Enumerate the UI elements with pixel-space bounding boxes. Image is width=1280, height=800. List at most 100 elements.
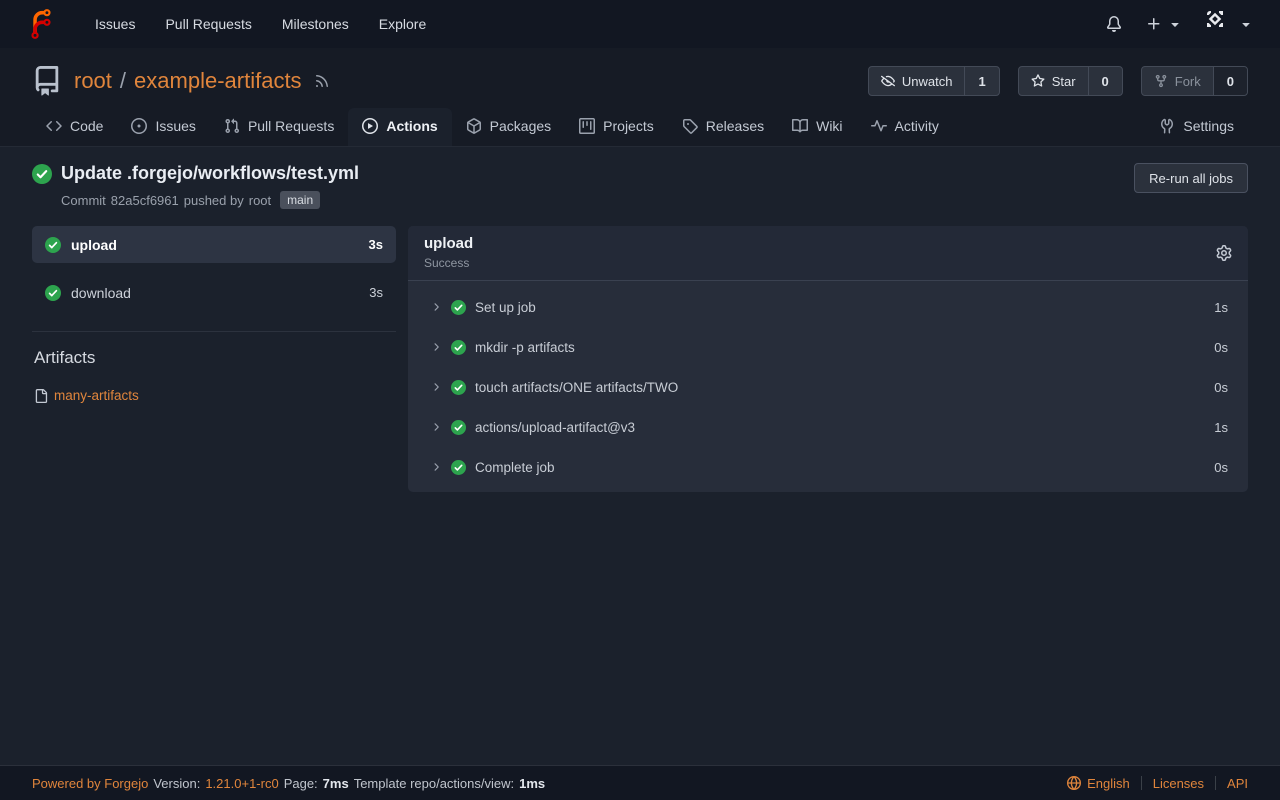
unwatch-button[interactable]: Unwatch	[869, 67, 965, 95]
licenses-link[interactable]: Licenses	[1153, 776, 1204, 791]
step-row[interactable]: Set up job 1s	[408, 287, 1248, 327]
language-selector[interactable]: English	[1067, 776, 1130, 791]
nav-explore[interactable]: Explore	[364, 16, 441, 32]
nav-pull-requests[interactable]: Pull Requests	[150, 16, 266, 32]
notifications-button[interactable]	[1106, 16, 1122, 32]
repo-actions: Unwatch 1 Star 0 Fork 0	[868, 66, 1248, 96]
success-check-icon	[32, 164, 52, 184]
success-check-icon	[45, 285, 61, 301]
tab-label: Code	[70, 118, 103, 134]
navbar: Issues Pull Requests Milestones Explore	[0, 0, 1280, 48]
footer: Powered by Forgejo Version: 1.21.0+1-rc0…	[0, 765, 1280, 800]
job-duration: 3s	[369, 237, 383, 252]
tab-releases[interactable]: Releases	[668, 108, 778, 146]
stars-count[interactable]: 0	[1088, 67, 1122, 95]
tab-packages[interactable]: Packages	[452, 108, 565, 146]
fork-label: Fork	[1175, 74, 1201, 89]
success-check-icon	[45, 237, 61, 253]
rss-feed-button[interactable]	[302, 73, 330, 89]
eye-closed-icon	[881, 74, 895, 88]
template-label: Template repo/actions/view:	[354, 776, 514, 791]
tab-issues[interactable]: Issues	[117, 108, 209, 146]
job-options-button[interactable]	[1216, 245, 1232, 261]
version-link[interactable]: 1.21.0+1-rc0	[205, 776, 278, 791]
watchers-count[interactable]: 1	[964, 67, 998, 95]
repo-header: root / example-artifacts Unwatch 1 Star …	[0, 48, 1280, 147]
job-item-upload[interactable]: upload 3s	[32, 226, 396, 263]
star-button-group: Star 0	[1018, 66, 1123, 96]
create-new-dropdown[interactable]	[1146, 16, 1183, 32]
artifact-download-link[interactable]: many-artifacts	[54, 388, 139, 403]
commit-sha-link[interactable]: 82a5cf6961	[111, 193, 179, 208]
api-link[interactable]: API	[1227, 776, 1248, 791]
file-icon	[34, 389, 48, 403]
chevron-right-icon	[430, 301, 442, 313]
success-check-icon	[451, 460, 466, 475]
watch-button-group: Unwatch 1	[868, 66, 1000, 96]
step-row[interactable]: actions/upload-artifact@v3 1s	[408, 407, 1248, 447]
job-detail-panel: upload Success Set up job 1s mkdir -	[408, 226, 1248, 492]
step-name: touch artifacts/ONE artifacts/TWO	[475, 380, 678, 395]
star-button[interactable]: Star	[1019, 67, 1088, 95]
star-label: Star	[1052, 74, 1076, 89]
powered-by-link[interactable]: Powered by Forgejo	[32, 776, 148, 791]
step-name: mkdir -p artifacts	[475, 340, 575, 355]
chevron-right-icon	[430, 381, 442, 393]
user-menu-dropdown[interactable]	[1207, 11, 1254, 37]
tab-code[interactable]: Code	[32, 108, 117, 146]
pusher-link[interactable]: root	[249, 193, 271, 208]
unwatch-label: Unwatch	[902, 74, 953, 89]
artifacts-heading: Artifacts	[34, 348, 396, 368]
forks-count[interactable]: 0	[1213, 67, 1247, 95]
plus-icon	[1146, 16, 1162, 32]
tab-pull-requests[interactable]: Pull Requests	[210, 108, 348, 146]
step-duration: 0s	[1214, 460, 1228, 475]
tab-activity[interactable]: Activity	[857, 108, 953, 146]
fork-button[interactable]: Fork	[1142, 67, 1213, 95]
job-detail-header: upload Success	[408, 226, 1248, 281]
step-row[interactable]: Complete job 0s	[408, 447, 1248, 487]
tools-icon	[1159, 118, 1175, 134]
pushed-by-label: pushed by	[184, 193, 244, 208]
job-name: download	[71, 285, 131, 301]
step-row[interactable]: mkdir -p artifacts 0s	[408, 327, 1248, 367]
repo-owner-link[interactable]: root	[74, 68, 112, 94]
bell-icon	[1106, 16, 1122, 32]
tab-wiki[interactable]: Wiki	[778, 108, 856, 146]
nav-issues[interactable]: Issues	[80, 16, 150, 32]
step-row[interactable]: touch artifacts/ONE artifacts/TWO 0s	[408, 367, 1248, 407]
pulse-icon	[871, 118, 887, 134]
tab-label: Issues	[155, 118, 195, 134]
forgejo-logo[interactable]	[26, 9, 80, 39]
step-duration: 1s	[1214, 420, 1228, 435]
job-name: upload	[71, 237, 117, 253]
repo-name-link[interactable]: example-artifacts	[134, 68, 302, 94]
git-pull-request-icon	[224, 118, 240, 134]
nav-milestones[interactable]: Milestones	[267, 16, 364, 32]
template-time: 1ms	[519, 776, 545, 791]
tab-projects[interactable]: Projects	[565, 108, 668, 146]
project-icon	[579, 118, 595, 134]
branch-badge[interactable]: main	[280, 191, 320, 209]
success-check-icon	[451, 300, 466, 315]
avatar	[1207, 11, 1233, 37]
fork-button-group: Fork 0	[1141, 66, 1248, 96]
footer-divider	[1215, 776, 1216, 790]
tab-settings[interactable]: Settings	[1145, 108, 1248, 146]
tab-label: Settings	[1183, 118, 1234, 134]
jobs-sidebar: upload 3s download 3s Artifacts many-art…	[32, 226, 396, 403]
book-icon	[792, 118, 808, 134]
job-item-download[interactable]: download 3s	[32, 274, 396, 311]
path-separator: /	[120, 68, 126, 94]
chevron-down-icon	[1167, 16, 1183, 32]
run-title: Update .forgejo/workflows/test.yml	[61, 163, 359, 184]
gear-icon	[1216, 245, 1232, 261]
language-label: English	[1087, 776, 1130, 791]
code-icon	[46, 118, 62, 134]
tab-label: Activity	[895, 118, 939, 134]
repo-tabs: Code Issues Pull Requests Actions Packag…	[32, 108, 1248, 146]
rerun-all-jobs-button[interactable]: Re-run all jobs	[1134, 163, 1248, 193]
step-name: Set up job	[475, 300, 536, 315]
tab-actions[interactable]: Actions	[348, 108, 451, 146]
tab-label: Actions	[386, 118, 437, 134]
